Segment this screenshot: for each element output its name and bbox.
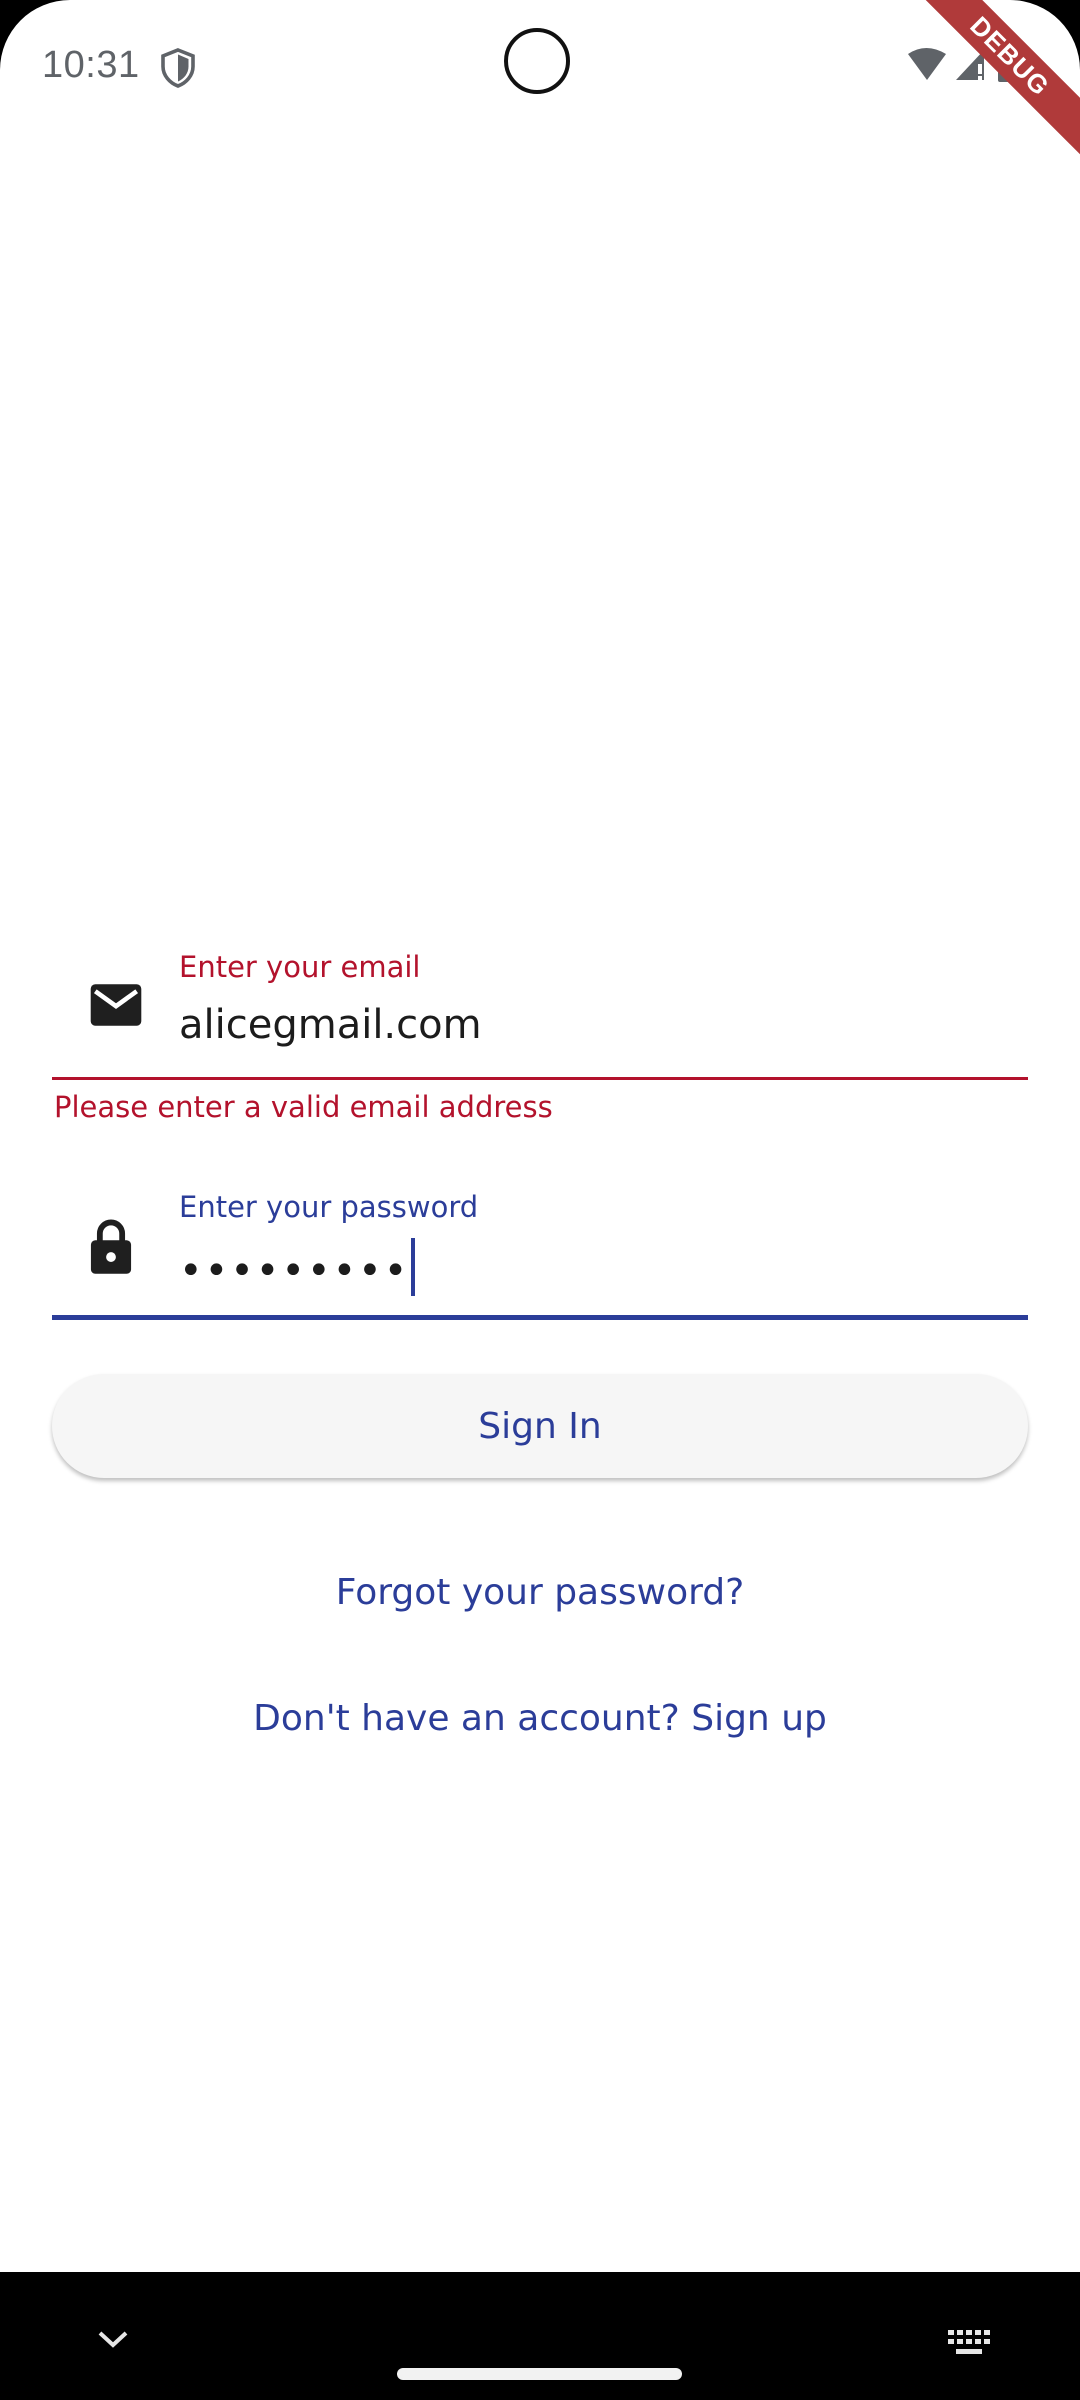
email-field[interactable]: Enter your email alicegmail.com — [52, 940, 1028, 1080]
lock-icon — [90, 1219, 132, 1274]
keyboard-icon[interactable] — [946, 2328, 992, 2356]
mail-icon — [90, 984, 142, 1026]
wifi-icon — [908, 48, 946, 80]
app-screen: 10:31 DEBUG Enter your email alicegmail.… — [0, 0, 1080, 2272]
home-handle[interactable] — [397, 2368, 682, 2380]
password-field[interactable]: Enter your password ••••••••• — [52, 1180, 1028, 1320]
chevron-down-icon[interactable] — [96, 2328, 130, 2350]
email-input[interactable]: alicegmail.com — [179, 1002, 482, 1048]
sign-up-link[interactable]: Don't have an account? Sign up — [0, 1698, 1080, 1739]
shield-icon — [161, 48, 195, 88]
password-input[interactable]: ••••••••• — [179, 1238, 416, 1296]
email-label: Enter your email — [179, 950, 421, 984]
email-underline — [52, 1077, 1028, 1080]
password-label: Enter your password — [179, 1190, 479, 1224]
password-dots: ••••••••• — [179, 1248, 410, 1294]
sign-in-button[interactable]: Sign In — [52, 1374, 1028, 1478]
email-error-text: Please enter a valid email address — [54, 1090, 553, 1124]
forgot-password-link[interactable]: Forgot your password? — [0, 1572, 1080, 1613]
navigation-bar — [0, 2272, 1080, 2400]
text-cursor — [411, 1238, 416, 1296]
camera-cutout — [504, 28, 570, 94]
status-time: 10:31 — [42, 44, 140, 86]
password-underline — [52, 1315, 1028, 1320]
